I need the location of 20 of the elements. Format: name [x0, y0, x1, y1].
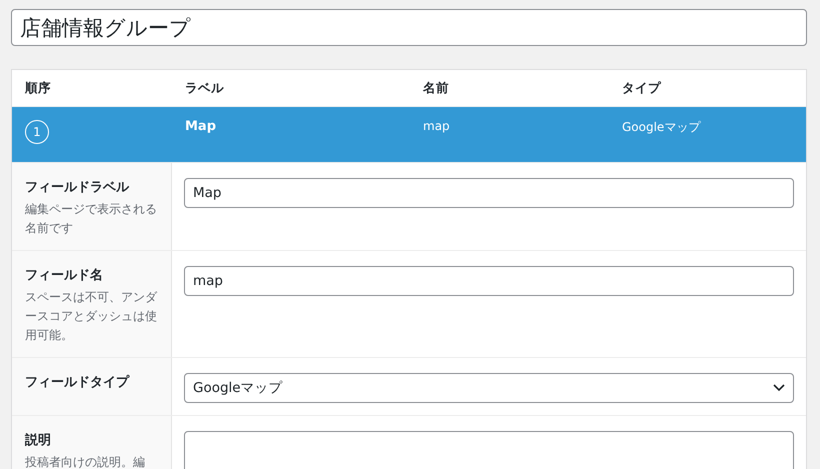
- setting-help: 投稿者向けの説明。編: [25, 454, 146, 469]
- column-header: タイプ: [621, 80, 662, 96]
- setting-help: スペースは不可、アンダースコアとダッシュは使用可能。: [25, 289, 158, 344]
- title-field[interactable]: 店舗情報グループ: [11, 9, 807, 46]
- type-dropdown[interactable]: Googleマップ: [184, 373, 794, 403]
- setting-label: 説明: [25, 432, 52, 449]
- field-name: map: [422, 118, 451, 133]
- field-type: Googleマップ: [621, 119, 702, 136]
- setting-label: フィールド名: [25, 267, 104, 284]
- setting-label: フィールドタイプ: [25, 374, 131, 391]
- setting-label: フィールドラベル: [25, 179, 130, 196]
- field-label: Map: [184, 118, 218, 134]
- text-field[interactable]: map: [184, 266, 794, 296]
- column-header: 順序: [24, 80, 52, 96]
- column-header: ラベル: [184, 80, 225, 96]
- column-header: 名前: [422, 80, 450, 96]
- chevron-down-icon: [773, 384, 785, 392]
- text-field[interactable]: Map: [184, 178, 794, 208]
- setting-help: 編集ページで表示される名前です: [25, 201, 158, 237]
- order-badge: 1: [25, 120, 49, 144]
